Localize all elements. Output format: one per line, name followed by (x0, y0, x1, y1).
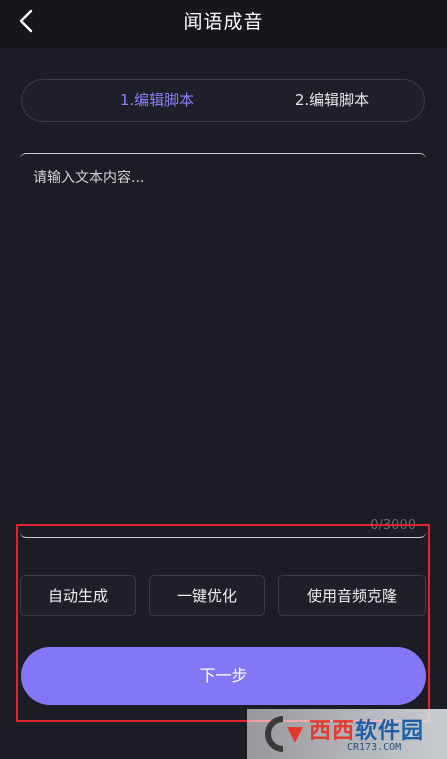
text-input-placeholder: 请输入文本内容... (33, 170, 145, 186)
watermark: 西西软件园 CR173.COM (247, 709, 447, 759)
watermark-url: CR173.COM (347, 742, 402, 753)
watermark-logo-icon (265, 716, 303, 752)
script-text-input[interactable]: 请输入文本内容... 0/3000 (20, 153, 426, 538)
use-audio-clone-button[interactable]: 使用音频克隆 (278, 575, 426, 616)
next-step-button[interactable]: 下一步 (21, 647, 426, 705)
top-bar: 闻语成音 (0, 0, 447, 48)
character-counter: 0/3000 (370, 518, 416, 533)
tab-step-2[interactable]: 2.编辑脚本 (247, 80, 417, 121)
tab-step-1[interactable]: 1.编辑脚本 (72, 80, 242, 121)
page-title: 闻语成音 (183, 11, 264, 33)
auto-generate-button[interactable]: 自动生成 (20, 575, 136, 616)
one-click-optimize-button[interactable]: 一键优化 (149, 575, 265, 616)
app-screen: 闻语成音 1.编辑脚本 2.编辑脚本 请输入文本内容... 0/3000 自动生… (0, 0, 447, 759)
step-tabs: 1.编辑脚本 2.编辑脚本 (21, 79, 425, 122)
watermark-logo-text: 西西软件园 (309, 719, 425, 744)
